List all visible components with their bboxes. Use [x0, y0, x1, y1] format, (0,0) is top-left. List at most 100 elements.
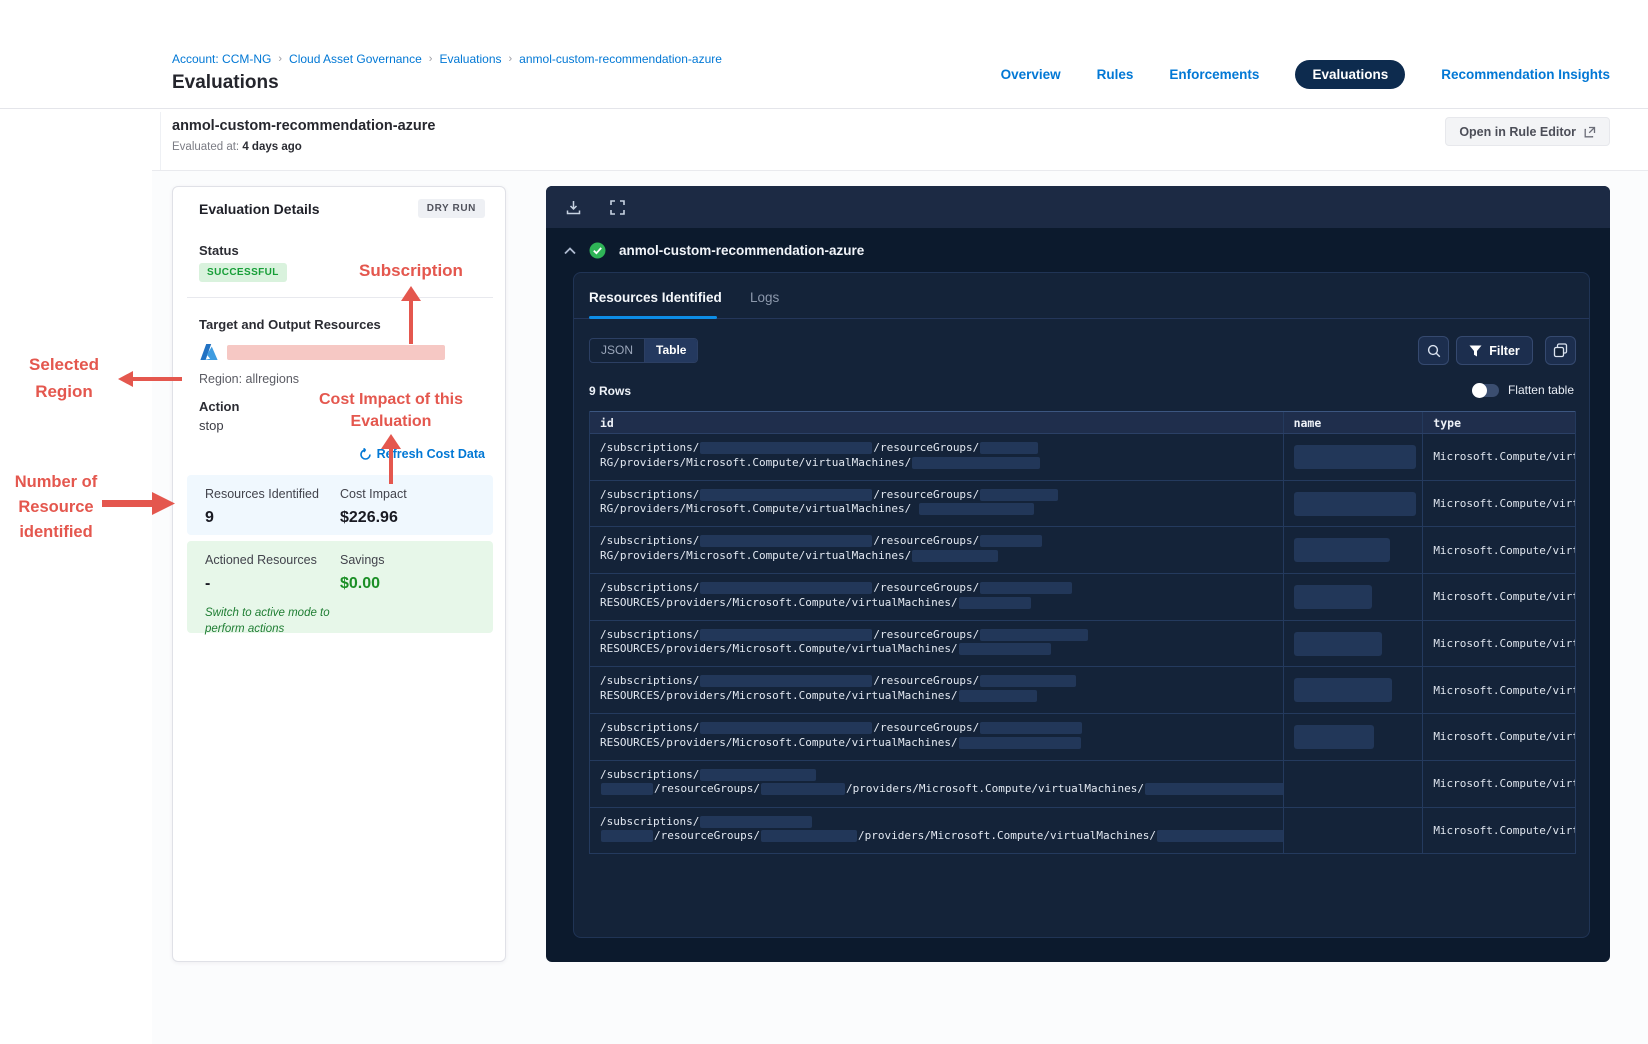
breadcrumb-governance[interactable]: Cloud Asset Governance: [289, 52, 422, 66]
redacted-name: [1293, 491, 1416, 516]
external-link-icon: [1584, 126, 1596, 138]
resource-id-text: /resourceGroups/: [873, 534, 980, 548]
annotation-number-line3: identified: [19, 523, 93, 541]
table-row: /subscriptions/ /resourceGroups/RG/provid…: [590, 480, 1575, 528]
annotation-arrow-selected-region: [118, 371, 182, 387]
azure-icon: [199, 343, 219, 361]
nav-evaluations[interactable]: Evaluations: [1295, 60, 1406, 89]
header-divider: [0, 108, 1648, 109]
redacted-value: [912, 549, 999, 562]
cell-type: Microsoft.Compute/virtu: [1422, 807, 1575, 854]
annotation-cost-impact-line2: Evaluation: [350, 413, 432, 430]
nav-rules[interactable]: Rules: [1097, 67, 1134, 82]
cell-type: Microsoft.Compute/virtu: [1422, 480, 1575, 527]
cell-type: Microsoft.Compute/virtu: [1422, 434, 1575, 480]
tab-logs[interactable]: Logs: [750, 290, 779, 305]
redacted-value: [601, 830, 653, 842]
cell-type: Microsoft.Compute/virtu: [1422, 714, 1575, 760]
top-nav: Overview Rules Enforcements Evaluations …: [1001, 60, 1610, 89]
breadcrumb-account[interactable]: Account: CCM-NG: [172, 52, 271, 66]
table-row: /subscriptions/ /resourceGroups/RESOURCES…: [590, 667, 1575, 715]
redacted-value: [980, 535, 1043, 548]
switch-mode-note: Switch to active mode to perform actions: [205, 605, 330, 637]
resource-id-text: /resourceGroups/: [873, 721, 980, 735]
resource-id-text: RESOURCES/providers/Microsoft.Compute/vi…: [600, 595, 958, 609]
tab-resources-identified[interactable]: Resources Identified: [589, 290, 722, 305]
resource-id-text: /subscriptions/: [600, 627, 700, 641]
open-rule-editor-label: Open in Rule Editor: [1459, 124, 1576, 139]
cell-type: Microsoft.Compute/virtu: [1422, 760, 1575, 807]
copy-icon: [1553, 343, 1568, 358]
annotation-subscription: Subscription: [359, 261, 463, 280]
switch-mode-note-line1: Switch to active mode to: [205, 607, 330, 619]
fullscreen-icon[interactable]: [603, 193, 631, 221]
nav-overview[interactable]: Overview: [1001, 67, 1061, 82]
resource-id-text: /subscriptions/: [600, 674, 700, 688]
column-header-id[interactable]: id: [590, 412, 1283, 433]
table-row: /subscriptions/ /resourceGroups/RESOURCES…: [590, 714, 1575, 761]
redacted-value: [700, 488, 873, 501]
flatten-table-toggle[interactable]: [1471, 382, 1499, 398]
cell-type: Microsoft.Compute/virtu: [1422, 527, 1575, 574]
redacted-name: [1293, 584, 1372, 609]
resources-identified-label: Resources Identified: [205, 487, 319, 501]
search-button[interactable]: [1418, 336, 1449, 365]
cell-id: /subscriptions/ /resourceGroups/RESOURCES…: [590, 667, 1283, 713]
resource-id-text: /resourceGroups/: [654, 782, 760, 796]
resource-id-text: RESOURCES/providers/Microsoft.Compute/vi…: [600, 735, 958, 749]
region-text: Region: allregions: [199, 372, 300, 386]
resource-id-text: /subscriptions/: [600, 721, 700, 735]
status-badge: SUCCESSFUL: [199, 263, 287, 282]
resource-id-text: /resourceGroups/: [873, 441, 980, 454]
evaluation-details-card: Evaluation Details DRY RUN Status SUCCES…: [172, 186, 506, 962]
evaluated-at-value: 4 days ago: [242, 141, 302, 153]
flatten-table-label: Flatten table: [1507, 383, 1574, 397]
cell-id: /subscriptions/ /resourceGroups/RG/provid…: [590, 527, 1283, 573]
redacted-value: [700, 815, 813, 828]
breadcrumb-separator: ›: [428, 53, 433, 65]
redacted-value: [980, 628, 1089, 641]
redacted-value: [958, 596, 1031, 609]
annotation-arrow-cost-impact: [381, 434, 401, 484]
resources-identified-stat: Resources Identified 9: [205, 487, 319, 527]
cell-name: [1282, 527, 1423, 574]
chevron-up-icon[interactable]: [564, 246, 576, 255]
cell-id: /subscriptions/ /resourceGroups/RG/provid…: [590, 434, 1283, 480]
table-row: /subscriptions/ /resourceGroups/RG/provid…: [590, 527, 1575, 575]
cell-name: [1282, 714, 1423, 760]
view-json-button[interactable]: JSON: [590, 339, 644, 362]
annotation-selected-region: Selected Region: [6, 351, 122, 405]
annotation-number-identified: Number of Resource identified: [0, 470, 112, 545]
dry-run-badge: DRY RUN: [417, 199, 485, 218]
resource-id-text: RESOURCES/providers/Microsoft.Compute/vi…: [600, 688, 958, 702]
redacted-value: [958, 736, 1081, 749]
results-toolbar: [546, 186, 1610, 228]
open-rule-editor-button[interactable]: Open in Rule Editor: [1445, 117, 1610, 146]
result-header[interactable]: anmol-custom-recommendation-azure: [564, 242, 864, 259]
nav-recommendation-insights[interactable]: Recommendation Insights: [1441, 67, 1610, 82]
filter-button[interactable]: Filter: [1456, 336, 1533, 365]
nav-enforcements[interactable]: Enforcements: [1169, 67, 1259, 82]
column-header-type[interactable]: type: [1422, 412, 1575, 433]
breadcrumb: Account: CCM-NG › Cloud Asset Governance…: [172, 52, 722, 66]
breadcrumb-evaluations[interactable]: Evaluations: [439, 52, 501, 66]
copy-button[interactable]: [1545, 336, 1576, 365]
cell-id: /subscriptions/ /resourceGroups/RESOURCES…: [590, 574, 1283, 620]
download-icon[interactable]: [559, 193, 587, 221]
redacted-name: [1293, 538, 1390, 563]
breadcrumb-current[interactable]: anmol-custom-recommendation-azure: [519, 52, 722, 66]
cell-name: [1282, 807, 1423, 854]
redacted-name: [1293, 678, 1392, 703]
column-header-name[interactable]: name: [1282, 412, 1423, 433]
cost-impact-value: $226.96: [340, 509, 398, 526]
active-tab-underline: [589, 316, 717, 319]
view-table-button[interactable]: Table: [644, 339, 698, 362]
action-value: stop: [199, 418, 224, 433]
resource-id-text: RG/providers/Microsoft.Compute/virtualMa…: [600, 548, 912, 562]
success-check-icon: [589, 242, 606, 259]
target-resources-label: Target and Output Resources: [199, 317, 381, 332]
table-row: /subscriptions/ /resourceGroups/RESOURCES…: [590, 620, 1575, 668]
resource-id-text: /resourceGroups/: [873, 487, 980, 501]
redacted-value: [700, 628, 873, 641]
annotation-cost-impact: Cost Impact of this Evaluation: [296, 389, 486, 433]
